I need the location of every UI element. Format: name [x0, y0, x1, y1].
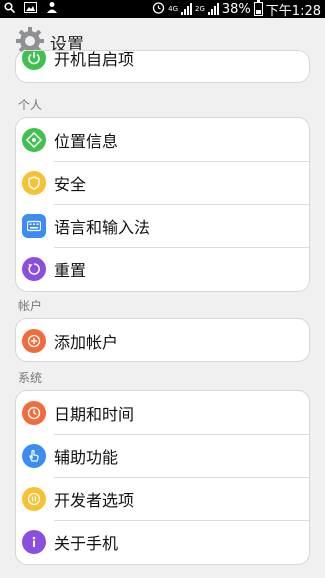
- person-icon: [46, 1, 58, 17]
- settings-item-reset[interactable]: 重置: [16, 247, 309, 290]
- keyboard-icon: [22, 213, 46, 238]
- signal-icon: [181, 3, 192, 15]
- settings-item-autostart[interactable]: 开机自启项: [16, 50, 309, 74]
- add-account-icon: [22, 328, 46, 353]
- settings-item-security[interactable]: 安全: [16, 161, 309, 204]
- battery-icon: [253, 0, 263, 16]
- network-4g-label: 4G: [168, 5, 178, 13]
- settings-group-top: 开机自启项: [15, 50, 310, 83]
- settings-item-label: 开机自启项: [54, 50, 135, 69]
- settings-item-date-time[interactable]: 日期和时间: [16, 391, 309, 434]
- reset-icon: [22, 256, 46, 281]
- power-icon: [22, 51, 46, 70]
- settings-item-add-account[interactable]: 添加帐户: [16, 319, 309, 361]
- settings-item-label: 开发者选项: [54, 490, 135, 510]
- hand-icon: [22, 443, 46, 468]
- settings-item-developer-options[interactable]: 开发者选项: [16, 477, 309, 520]
- alarm-icon: [152, 1, 165, 18]
- settings-item-label: 日期和时间: [54, 404, 135, 424]
- section-header-personal: 个人: [18, 98, 43, 112]
- settings-item-label: 辅助功能: [54, 447, 119, 467]
- settings-item-label: 位置信息: [54, 131, 119, 151]
- settings-item-accessibility[interactable]: 辅助功能: [16, 434, 309, 477]
- settings-item-about-phone[interactable]: 关于手机: [16, 520, 309, 563]
- clock-time: 下午1:28: [265, 3, 321, 19]
- search-icon: [4, 1, 16, 17]
- settings-item-label: 添加帐户: [54, 332, 119, 352]
- shield-icon: [22, 170, 46, 195]
- section-header-system: 系统: [18, 371, 43, 385]
- settings-item-label: 重置: [54, 260, 87, 280]
- clock-icon: [22, 400, 46, 425]
- settings-item-label: 关于手机: [54, 533, 119, 553]
- settings-item-label: 语言和输入法: [54, 217, 151, 237]
- signal-icon: [207, 3, 219, 15]
- settings-item-location[interactable]: 位置信息: [16, 118, 309, 161]
- settings-group-system: 日期和时间 辅助功能 开发者选项 关于手机: [15, 390, 310, 565]
- location-icon: [22, 127, 46, 152]
- developer-icon: [22, 486, 46, 511]
- settings-group-account: 添加帐户: [15, 318, 310, 362]
- settings-item-label: 安全: [54, 174, 87, 194]
- settings-group-personal: 位置信息 安全 语言和输入法 重置: [15, 117, 310, 292]
- image-icon: [24, 1, 37, 17]
- settings-item-language-input[interactable]: 语言和输入法: [16, 204, 309, 247]
- section-header-account: 帐户: [18, 299, 43, 313]
- battery-percent: 38%: [221, 1, 251, 17]
- status-bar: 4G 2G 38% 下午1:28: [0, 0, 325, 19]
- network-2g-label: 2G: [195, 5, 205, 13]
- info-icon: [22, 529, 46, 554]
